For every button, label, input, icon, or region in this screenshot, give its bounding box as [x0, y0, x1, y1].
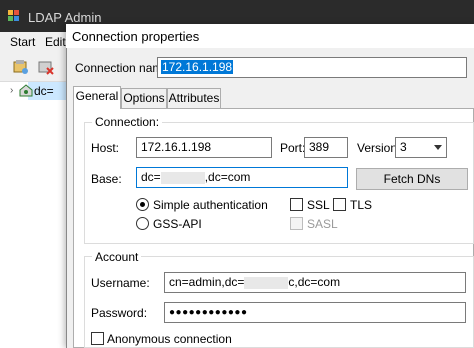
base-label: Base: — [91, 172, 122, 186]
tree-expand-icon[interactable]: › — [10, 85, 13, 96]
version-label: Version: — [357, 141, 401, 155]
background-toolbar — [0, 52, 70, 82]
tls-label: TLS — [350, 198, 373, 212]
port-input[interactable]: 389 — [304, 137, 348, 158]
version-value: 3 — [400, 140, 407, 154]
disconnect-icon — [38, 61, 54, 75]
base-prefix: dc= — [141, 170, 161, 184]
tls-checkbox[interactable] — [333, 198, 346, 211]
disconnect-toolbar-button[interactable] — [37, 58, 55, 79]
connection-group-label: Connection: — [92, 115, 163, 129]
anonymous-connection-checkbox[interactable] — [91, 332, 104, 345]
ssl-checkbox[interactable] — [290, 198, 303, 211]
connect-toolbar-button[interactable] — [12, 58, 30, 79]
ldap-admin-app-icon — [8, 10, 20, 22]
connect-icon — [13, 60, 28, 74]
password-label: Password: — [91, 306, 148, 320]
host-input[interactable]: 172.16.1.198 — [136, 137, 272, 158]
tab-general[interactable]: General — [73, 86, 121, 109]
radio-selected-dot — [140, 202, 145, 207]
dialog-title: Connection properties — [72, 29, 200, 44]
account-group-label: Account — [92, 250, 142, 264]
connection-name-input[interactable]: 172.16.1.198 — [157, 57, 467, 78]
username-prefix: cn=admin,dc= — [169, 275, 245, 289]
base-suffix: ,dc=com — [204, 170, 251, 184]
version-select[interactable]: 3 — [395, 137, 447, 158]
anonymous-connection-label: Anonymous connection — [107, 332, 232, 346]
background-tree-panel — [0, 82, 70, 348]
gss-api-label: GSS-API — [153, 217, 202, 231]
tab-attributes[interactable]: Attributes — [167, 88, 221, 108]
username-suffix: c,dc=com — [288, 275, 341, 289]
host-label: Host: — [91, 141, 120, 155]
sasl-checkbox[interactable] — [290, 217, 303, 230]
redacted-region — [160, 171, 205, 184]
password-input[interactable]: ●●●●●●●●●●●● — [164, 302, 466, 323]
gss-api-radio[interactable] — [136, 217, 149, 230]
menu-start[interactable]: Start — [10, 35, 35, 49]
username-label: Username: — [91, 276, 150, 290]
base-input[interactable]: dc= ,dc=com — [136, 167, 348, 188]
simple-auth-radio[interactable] — [136, 198, 149, 211]
sasl-label: SASL — [307, 217, 338, 231]
tab-options[interactable]: Options — [121, 88, 167, 108]
redacted-region — [244, 276, 289, 289]
port-label: Port: — [280, 141, 306, 155]
simple-auth-label: Simple authentication — [153, 198, 268, 212]
username-input[interactable]: cn=admin,dc= c,dc=com — [164, 272, 466, 293]
chevron-down-icon — [434, 145, 442, 150]
ssl-label: SSL — [307, 198, 330, 212]
tree-item-dc[interactable]: dc= — [34, 84, 54, 98]
connection-name-value: 172.16.1.198 — [161, 60, 234, 74]
menu-edit[interactable]: Edit — [45, 35, 66, 49]
tree-server-icon — [19, 83, 33, 100]
fetch-dns-button[interactable]: Fetch DNs — [356, 168, 468, 190]
